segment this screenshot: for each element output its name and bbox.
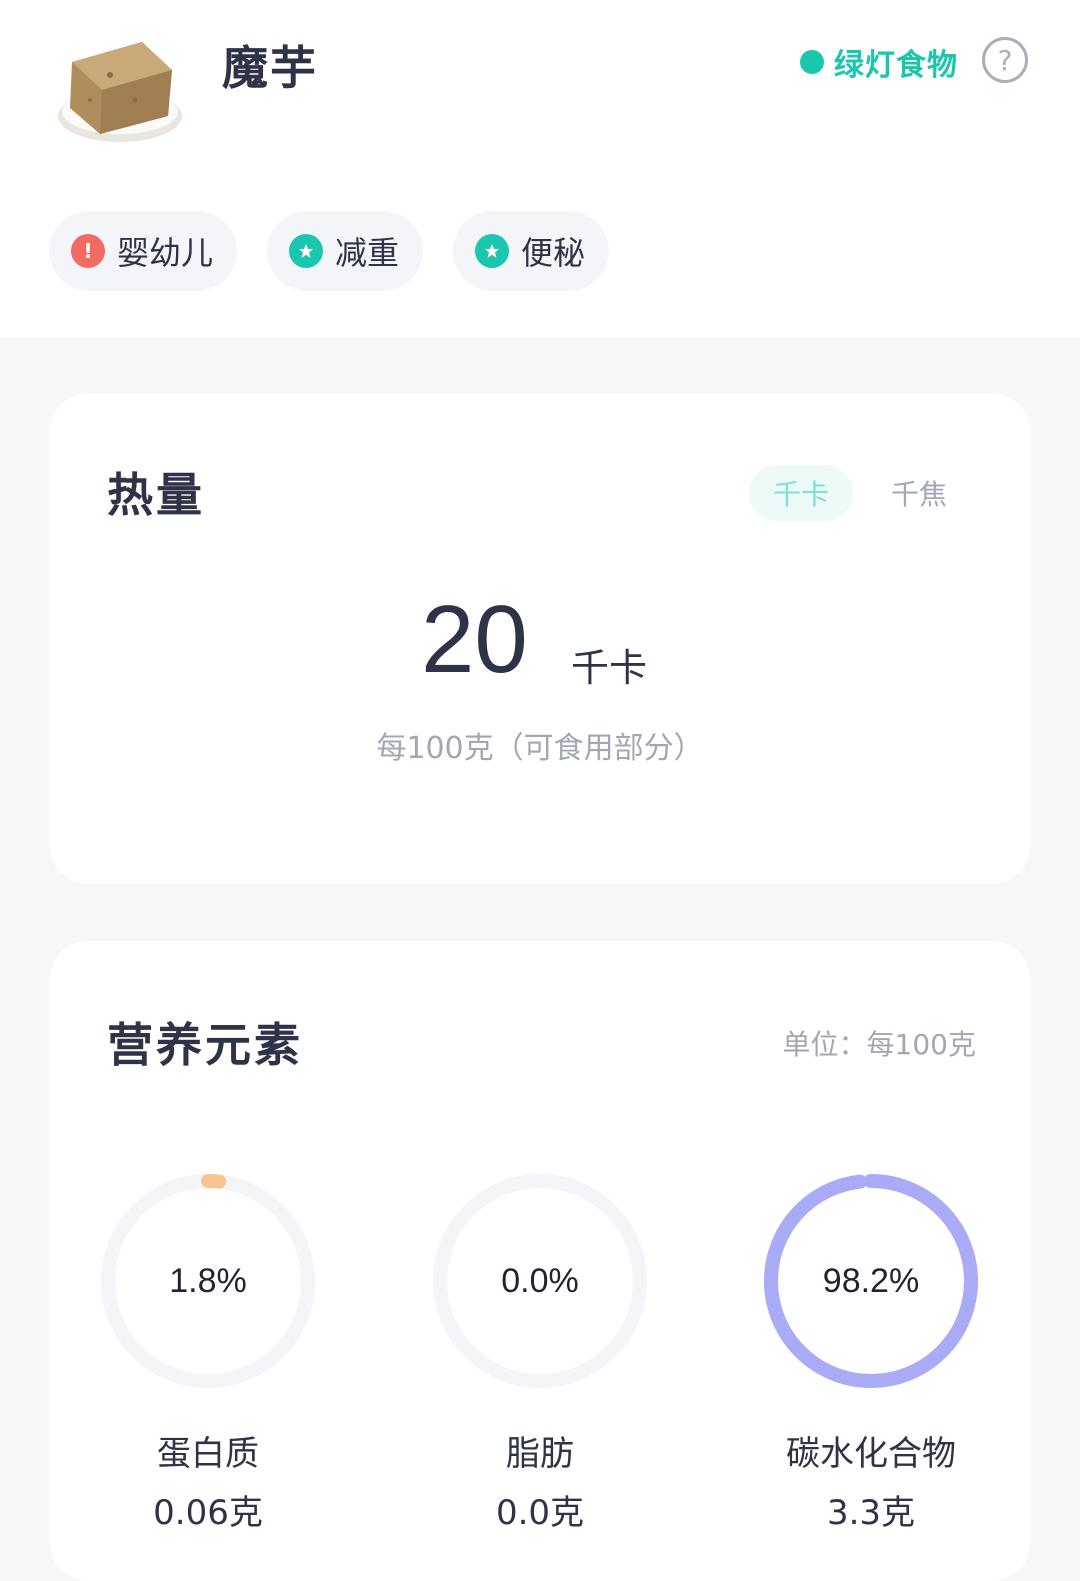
nutrition-unit-note: 单位：每100克 xyxy=(782,1028,976,1061)
question-circle-icon: ? xyxy=(997,43,1013,77)
light-label: 绿灯食物 xyxy=(834,48,958,83)
help-button[interactable]: ? xyxy=(982,37,1028,83)
energy-card: 热量 千卡 千焦 20 千卡 每100克（可食用部分） xyxy=(49,393,1031,884)
protein-amount: 0.06克 xyxy=(153,1493,263,1533)
carbohydrate-percent: 98.2% xyxy=(822,1261,920,1300)
protein-ring: 1.8% xyxy=(93,1166,323,1396)
nutrient-fat: 0.0% 脂肪 0.0克 xyxy=(425,1166,655,1534)
light-status: 绿灯食物 xyxy=(800,42,958,83)
food-header: 魔芋 绿灯食物 ? ! 婴幼儿 减重 便秘 xyxy=(0,0,1080,337)
nutrition-card: 营养元素 单位：每100克 1.8% 蛋白质 0.06克 0.0% 脂肪 0.0… xyxy=(49,941,1031,1581)
unit-kj-toggle[interactable]: 千焦 xyxy=(879,465,959,521)
tag-label: 便秘 xyxy=(521,234,586,272)
fat-name: 脂肪 xyxy=(506,1434,574,1474)
food-name: 魔芋 xyxy=(222,41,318,95)
fat-percent: 0.0% xyxy=(501,1261,579,1300)
tag-constipation[interactable]: 便秘 xyxy=(453,211,610,291)
energy-title: 热量 xyxy=(107,468,205,522)
nutrient-protein: 1.8% 蛋白质 0.06克 xyxy=(93,1166,323,1534)
protein-percent: 1.8% xyxy=(169,1261,247,1300)
energy-unit: 千卡 xyxy=(571,646,648,690)
star-badge-icon xyxy=(289,234,324,268)
tag-label: 婴幼儿 xyxy=(117,234,214,272)
nutrition-title: 营养元素 xyxy=(107,1018,303,1072)
star-badge-icon xyxy=(475,234,510,268)
nutrient-carbohydrate: 98.2% 碳水化合物 3.3克 xyxy=(756,1166,986,1534)
protein-name: 蛋白质 xyxy=(157,1434,259,1474)
exclamation-icon: ! xyxy=(71,234,105,268)
green-dot-icon xyxy=(800,50,824,74)
fat-ring: 0.0% xyxy=(425,1166,655,1396)
tag-list: ! 婴幼儿 减重 便秘 xyxy=(49,211,639,291)
fat-amount: 0.0克 xyxy=(495,1493,585,1533)
tag-label: 减重 xyxy=(335,234,400,272)
energy-value: 20 xyxy=(421,586,528,693)
tag-weight-loss[interactable]: 减重 xyxy=(267,211,424,291)
food-thumbnail xyxy=(50,30,190,150)
unit-kcal-toggle[interactable]: 千卡 xyxy=(749,465,853,521)
tag-infant[interactable]: ! 婴幼儿 xyxy=(49,211,238,291)
carbohydrate-name: 碳水化合物 xyxy=(786,1434,956,1474)
energy-note: 每100克（可食用部分） xyxy=(376,731,704,766)
carbohydrate-ring: 98.2% xyxy=(756,1166,986,1396)
carbohydrate-amount: 3.3克 xyxy=(826,1493,916,1533)
